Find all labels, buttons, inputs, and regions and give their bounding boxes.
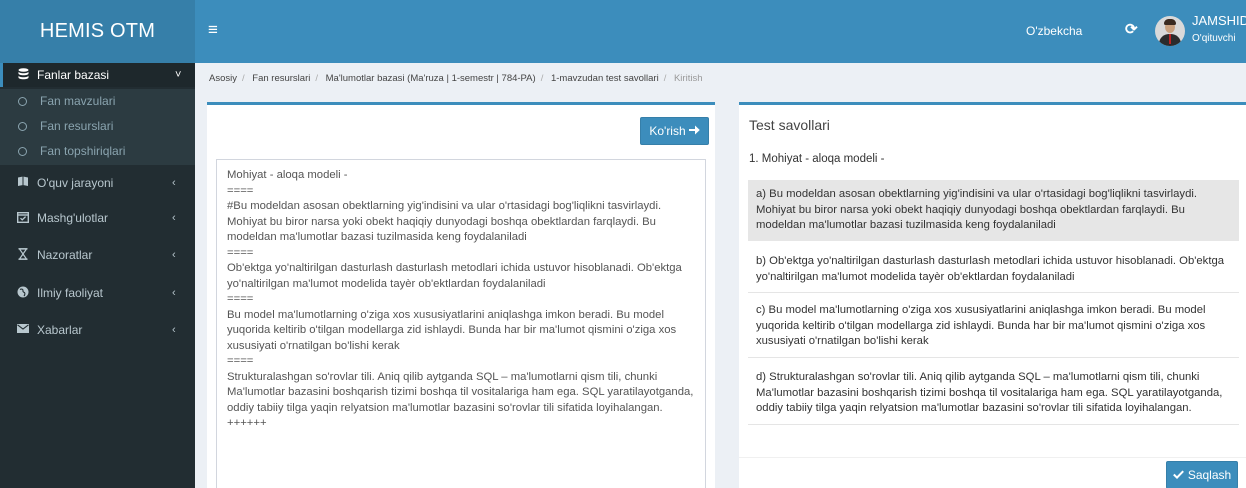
- language-selector[interactable]: O'zbekcha: [1026, 24, 1082, 38]
- avatar[interactable]: [1155, 16, 1185, 46]
- app-logo[interactable]: HEMIS OTM: [0, 0, 195, 63]
- chevron-left-icon: ‹: [172, 287, 176, 299]
- sidebar-item-nazoratlar[interactable]: Nazoratlar ‹: [0, 243, 195, 267]
- arrow-right-icon: [688, 124, 700, 138]
- sidebar-item-label: Fanlar bazasi: [37, 68, 110, 82]
- chevron-left-icon: ‹: [172, 249, 176, 261]
- hamburger-icon[interactable]: ≡: [208, 20, 218, 40]
- user-name[interactable]: JAMSHID ELOV: [1192, 13, 1246, 28]
- circle-icon: [18, 96, 27, 106]
- save-button[interactable]: Saqlash: [1166, 461, 1238, 488]
- hourglass-icon: [16, 247, 30, 263]
- save-button-label: Saqlash: [1187, 468, 1232, 482]
- sidebar-subitem-fan-topshiriqlari[interactable]: Fan topshiriqlari: [0, 139, 195, 163]
- check-icon: [1172, 468, 1184, 482]
- book-icon: [16, 176, 30, 190]
- calendar-check-icon: [16, 211, 30, 226]
- divider: [739, 457, 1246, 458]
- preview-button-label: Ko'rish: [649, 124, 686, 138]
- database-icon: [16, 67, 30, 83]
- sidebar-subitem-label: Fan resurslari: [40, 119, 114, 133]
- sidebar-item-label: Nazoratlar: [37, 248, 93, 262]
- sidebar-subitem-label: Fan topshiriqlari: [40, 144, 126, 158]
- sidebar: Fanlar bazasi ˅ Fan mavzulari Fan resurs…: [0, 63, 195, 488]
- breadcrumb: Asosiy / Fan resurslari / Ma'lumotlar baza…: [209, 73, 703, 84]
- sidebar-subitem-fan-resurslari[interactable]: Fan resurslari: [0, 114, 195, 138]
- sidebar-subitem-label: Fan mavzulari: [40, 94, 116, 108]
- top-navbar: ≡ O'zbekcha ⟳ JAMSHID ELOV O'qituvchi: [195, 0, 1246, 63]
- breadcrumb-item-asosiy[interactable]: Asosiy: [209, 73, 237, 84]
- chevron-left-icon: ‹: [172, 324, 176, 336]
- test-editor-textarea[interactable]: Mohiyat - aloqa modeli - ==== #Bu modeld…: [216, 159, 706, 488]
- user-role: O'qituvchi: [1192, 33, 1236, 44]
- answer-option-b[interactable]: b) Ob'ektga yo'naltirilgan dasturlash da…: [748, 247, 1239, 293]
- sidebar-item-label: O'quv jarayoni: [37, 176, 114, 190]
- answer-option-c[interactable]: c) Bu model ma'lumotlarning o'ziga xos x…: [748, 296, 1239, 358]
- answer-option-a[interactable]: a) Bu modeldan asosan obektlarning yig'i…: [748, 180, 1239, 241]
- question-text: 1. Mohiyat - aloqa modeli -: [749, 153, 885, 165]
- breadcrumb-current: Kiritish: [673, 73, 703, 84]
- circle-icon: [18, 121, 27, 131]
- refresh-icon[interactable]: ⟳: [1125, 20, 1138, 38]
- sidebar-item-xabarlar[interactable]: Xabarlar ‹: [0, 318, 195, 342]
- sidebar-item-ilmiy-faoliyat[interactable]: Ilmiy faoliyat ‹: [0, 281, 195, 305]
- panel-title: Test savollari: [749, 117, 830, 133]
- sidebar-item-label: Mashg'ulotlar: [37, 211, 108, 225]
- test-preview-panel: Test savollari 1. Mohiyat - aloqa modeli…: [739, 102, 1246, 488]
- sidebar-subitem-fan-mavzulari[interactable]: Fan mavzulari: [0, 89, 195, 113]
- chevron-down-icon: ˅: [175, 69, 182, 81]
- sidebar-item-label: Xabarlar: [37, 323, 83, 337]
- breadcrumb-item-malumotlar-bazasi[interactable]: Ma'lumotlar bazasi (Ma'ruza | 1-semestr …: [326, 73, 536, 84]
- chevron-left-icon: ‹: [172, 212, 176, 224]
- breadcrumb-item-fan-resurslari[interactable]: Fan resurslari: [252, 73, 310, 84]
- breadcrumb-item-test-savollari[interactable]: 1-mavzudan test savollari: [551, 73, 659, 84]
- editor-panel: Ko'rish Mohiyat - aloqa modeli - ==== #B…: [207, 102, 715, 488]
- preview-button[interactable]: Ko'rish: [640, 117, 709, 145]
- chevron-left-icon: ‹: [172, 177, 176, 189]
- sidebar-item-oquv-jarayoni[interactable]: O'quv jarayoni ‹: [0, 171, 195, 195]
- answer-option-d[interactable]: d) Strukturalashgan so'rovlar tili. Aniq…: [748, 363, 1239, 425]
- sidebar-item-label: Ilmiy faoliyat: [37, 286, 104, 300]
- sidebar-item-mashgulotlar[interactable]: Mashg'ulotlar ‹: [0, 206, 195, 230]
- envelope-icon: [16, 324, 30, 336]
- globe-icon: [16, 286, 30, 301]
- sidebar-item-fanlar-bazasi[interactable]: Fanlar bazasi ˅: [0, 63, 195, 87]
- circle-icon: [18, 146, 27, 156]
